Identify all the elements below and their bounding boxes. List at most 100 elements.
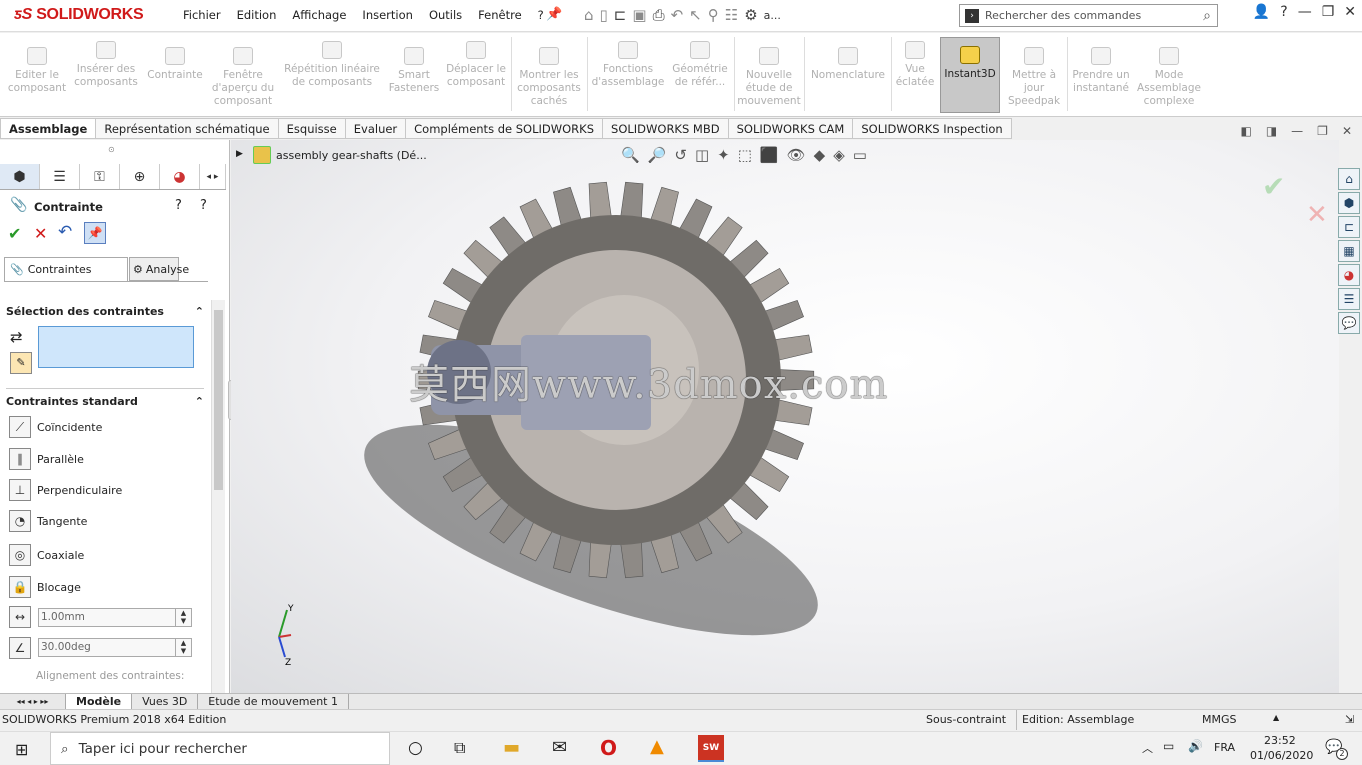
tab-representation-schematique[interactable]: Représentation schématique — [96, 118, 279, 139]
unit-system[interactable]: MMGS — [1202, 713, 1237, 726]
solidworks-taskbar-icon[interactable]: SW — [698, 735, 724, 762]
tab-evaluer[interactable]: Evaluer — [345, 118, 407, 139]
angle-spinner-icon[interactable]: ▲ ▼ — [175, 639, 191, 656]
keep-visible-pin-icon[interactable]: 📌 — [84, 222, 106, 244]
save-icon[interactable]: ▣ — [632, 6, 646, 26]
taskbar-search-input[interactable]: Taper ici pour rechercher — [79, 741, 247, 757]
forum-icon[interactable]: 💬 — [1338, 312, 1360, 334]
section-standard-mates[interactable]: Contraintes standard ⌃ — [6, 395, 204, 408]
more-label[interactable]: a... — [764, 6, 781, 26]
tab-vues-3d[interactable]: Vues 3D — [132, 694, 199, 709]
viewport-restore-icon[interactable]: ❐ — [1317, 124, 1328, 138]
gear-shaft-model[interactable] — [231, 140, 1339, 693]
exploded-view-button[interactable]: Vue éclatée — [894, 33, 936, 115]
mail-icon[interactable]: ✉ — [552, 737, 567, 758]
menu-insertion[interactable]: Insertion — [354, 8, 421, 22]
solidworks-logo[interactable]: ƽS SOLIDWORKS — [14, 6, 144, 24]
battery-icon[interactable]: ▭ — [1163, 739, 1174, 753]
tray-expand-icon[interactable]: ︿ — [1142, 740, 1153, 756]
distance-spinner-icon[interactable]: ▲ ▼ — [175, 609, 191, 626]
edit-component-button[interactable]: Editer le composant — [4, 33, 70, 115]
assembly-features-button[interactable]: Fonctions d'assemblage — [590, 33, 666, 115]
large-assembly-mode-button[interactable]: Mode Assemblage complexe — [1134, 33, 1204, 115]
menu-fichier[interactable]: Fichier — [175, 8, 229, 22]
help-icon[interactable]: ? — [1280, 4, 1287, 20]
menu-outils[interactable]: Outils — [421, 8, 470, 22]
vlc-icon[interactable]: ▲ — [650, 736, 664, 757]
distance-mate-icon-wrap[interactable]: ↔ — [9, 606, 31, 628]
panel-help-icon[interactable]: ? — [200, 198, 207, 213]
new-document-icon[interactable]: ▯ — [600, 6, 608, 26]
file-explorer-taskbar-icon[interactable]: ▬ — [503, 737, 520, 758]
command-search-input[interactable]: Rechercher des commandes — [985, 9, 1141, 22]
new-motion-study-button[interactable]: Nouvelle étude de mouvement — [737, 33, 801, 115]
tab-scroll-arrows-icon[interactable]: ◂◂ ◂ ▸ ▸▸ — [0, 694, 66, 709]
mate-parallel[interactable]: ∥ Parallèle — [9, 448, 84, 470]
subtab-analyse[interactable]: ⚙ Analyse — [129, 257, 189, 281]
mate-coincident[interactable]: ⟋ Coïncidente — [9, 416, 102, 438]
opera-icon[interactable]: O — [600, 736, 617, 760]
panel-scrollbar[interactable] — [211, 300, 225, 693]
display-manager-tab-icon[interactable]: ◕ — [160, 164, 200, 189]
print-icon[interactable]: ⎙ — [653, 6, 665, 26]
angle-input[interactable]: 30.00deg ▲ ▼ — [38, 638, 192, 657]
reference-geometry-button[interactable]: Géométrie de référ... — [668, 33, 732, 115]
status-resize-icon[interactable]: ⇲ — [1345, 713, 1354, 726]
smart-fasteners-button[interactable]: Smart Fasteners — [386, 33, 442, 115]
tab-inspection[interactable]: SOLIDWORKS Inspection — [853, 118, 1012, 139]
mate-lock[interactable]: 🔒 Blocage — [9, 576, 81, 598]
user-icon[interactable]: 👤 — [1253, 4, 1270, 20]
tile-right-icon[interactable]: ◨ — [1266, 124, 1277, 138]
undo-icon[interactable]: ↶ — [671, 6, 684, 26]
mate-selection-box[interactable] — [38, 326, 194, 368]
unit-dropdown-icon[interactable]: ▲ — [1273, 713, 1279, 722]
collapse-chevron-icon[interactable]: ⌃ — [195, 395, 204, 408]
insert-components-button[interactable]: Insérer des composants — [70, 33, 142, 115]
menu-edition[interactable]: Edition — [229, 8, 285, 22]
task-view-icon[interactable]: ⧉ — [454, 738, 465, 758]
mate-tangent[interactable]: ◔ Tangente — [9, 510, 87, 532]
file-explorer-icon[interactable]: ⊏ — [1338, 216, 1360, 238]
bill-of-materials-button[interactable]: Nomenclature — [807, 33, 889, 115]
clock-date[interactable]: 01/06/2020 — [1250, 749, 1313, 762]
taskbar-search[interactable]: ⌕ Taper ici pour rechercher — [50, 732, 390, 765]
cortana-icon[interactable]: ○ — [408, 738, 423, 758]
volume-icon[interactable]: 🔊 — [1188, 739, 1203, 753]
minimize-icon[interactable]: — — [1298, 4, 1312, 20]
show-hidden-components-button[interactable]: Montrer les composants cachés — [514, 33, 584, 115]
tab-esquisse[interactable]: Esquisse — [278, 118, 346, 139]
custom-properties-icon[interactable]: ☰ — [1338, 288, 1360, 310]
open-folder-icon[interactable]: ⊏ — [614, 6, 627, 26]
feature-manager-tab-icon[interactable]: ⬢ — [0, 164, 40, 189]
viewport-minimize-icon[interactable]: — — [1291, 124, 1303, 138]
solidworks-resources-icon[interactable]: ⌂ — [1338, 168, 1360, 190]
options-gear-icon[interactable]: ⚙ — [744, 6, 757, 26]
file-properties-icon[interactable]: ☷ — [725, 6, 738, 26]
tile-left-icon[interactable]: ◧ — [1240, 124, 1251, 138]
distance-input[interactable]: 1.00mm ▲ ▼ — [38, 608, 192, 627]
section-mate-selection[interactable]: Sélection des contraintes ⌃ — [6, 305, 204, 318]
tab-assemblage[interactable]: Assemblage — [0, 118, 97, 139]
language-indicator[interactable]: FRA — [1214, 741, 1235, 754]
whats-new-icon[interactable]: ? — [175, 198, 182, 213]
angle-mate-icon-wrap[interactable]: ∠ — [9, 637, 31, 659]
home-icon[interactable]: ⌂ — [584, 6, 594, 26]
view-palette-icon[interactable]: ▦ — [1338, 240, 1360, 262]
dimxpert-tab-icon[interactable]: ⊕ — [120, 164, 160, 189]
windows-start-icon[interactable]: ⊞ — [15, 740, 28, 759]
update-speedpak-button[interactable]: Mettre à jour Speedpak — [1004, 33, 1064, 115]
graphics-viewport[interactable]: ▶ assembly gear-shafts (Dé... 🔍 🔎 ↺ ◫ ✦ … — [231, 140, 1339, 693]
pin-icon[interactable]: 📌 — [546, 7, 562, 22]
close-icon[interactable]: ✕ — [1344, 4, 1356, 20]
configuration-manager-tab-icon[interactable]: ⚿ — [80, 164, 120, 189]
move-component-button[interactable]: Déplacer le composant — [444, 33, 508, 115]
select-arrow-icon[interactable]: ↖ — [689, 6, 702, 26]
menu-fenetre[interactable]: Fenêtre — [470, 8, 529, 22]
command-search[interactable]: › Rechercher des commandes ⌕ — [959, 4, 1218, 27]
menu-affichage[interactable]: Affichage — [284, 8, 354, 22]
ok-check-icon[interactable]: ✔ — [8, 224, 21, 243]
cancel-x-icon[interactable]: ✕ — [34, 224, 47, 243]
tab-etude-mouvement[interactable]: Etude de mouvement 1 — [198, 694, 349, 709]
tab-complements[interactable]: Compléments de SOLIDWORKS — [406, 118, 604, 139]
appearances-icon[interactable]: ◕ — [1338, 264, 1360, 286]
